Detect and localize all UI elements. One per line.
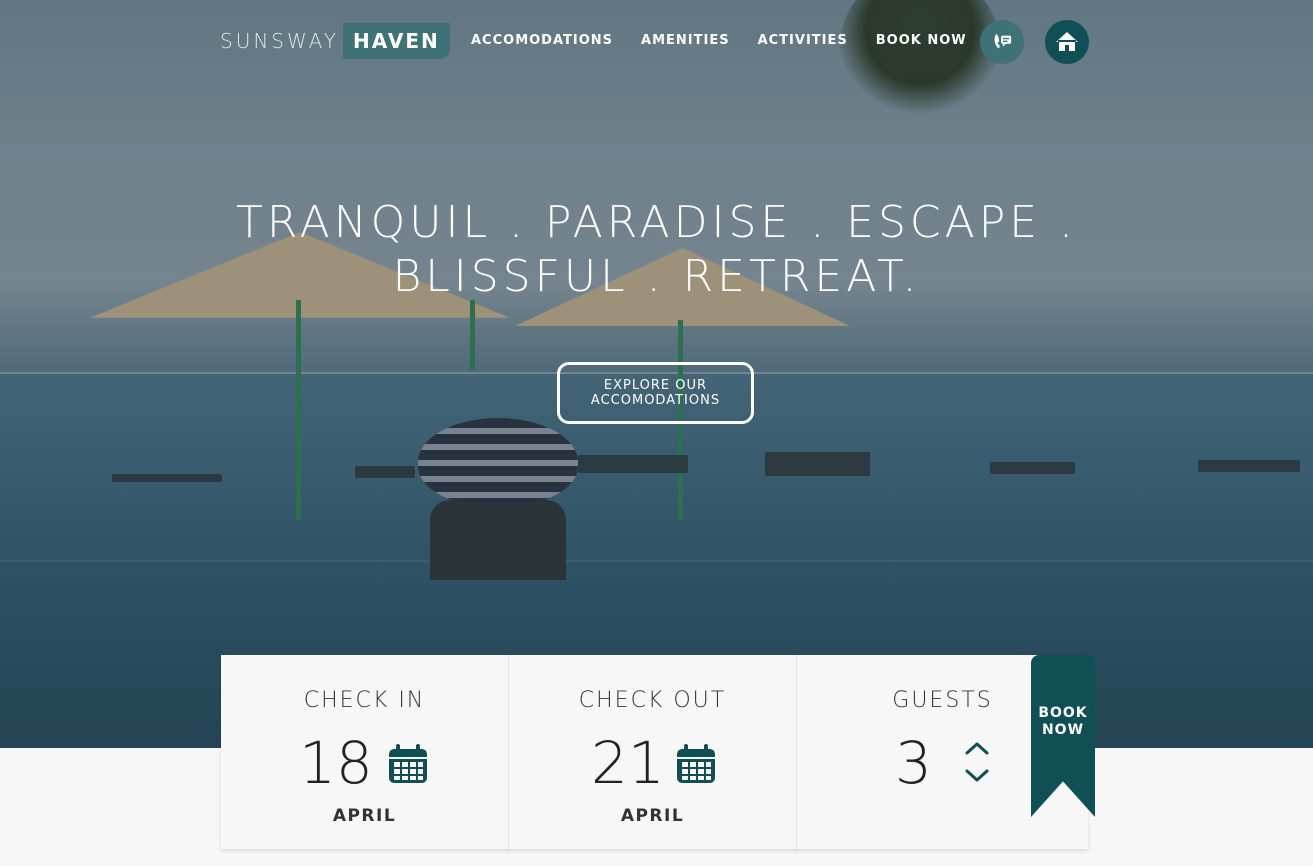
explore-button-line-2: ACCOMODATIONS [590, 393, 721, 408]
brand-logo-box: HAVEN [343, 23, 450, 59]
home-button[interactable] [1045, 20, 1089, 64]
calendar-icon[interactable] [675, 743, 717, 785]
brand-logo-light: SUNSWAY [220, 29, 340, 53]
contact-button[interactable] [980, 20, 1024, 64]
hero-headline: TRANQUIL . PARADISE . ESCAPE . BLISSFUL … [0, 196, 1313, 304]
explore-accomodations-button[interactable]: EXPLORE OUR ACCOMODATIONS [557, 362, 754, 424]
phone-chat-icon [994, 33, 1012, 49]
check-out-month: APRIL [620, 806, 685, 826]
explore-button-line-1: EXPLORE OUR [603, 378, 708, 393]
book-now-line-1: BOOK [1038, 705, 1088, 721]
check-out-day[interactable]: 21 [591, 731, 665, 795]
chevron-up-icon[interactable] [962, 736, 992, 758]
book-now-text: BOOK NOW [1031, 705, 1095, 739]
calendar-icon[interactable] [387, 743, 429, 785]
check-out-panel: CHECK OUT 21 APRIL [509, 655, 797, 849]
check-in-panel: CHECK IN 18 APRIL [221, 655, 509, 849]
home-icon [1056, 32, 1078, 51]
nav-book-now[interactable]: BOOK NOW [876, 33, 967, 48]
nav-activities[interactable]: ACTIVITIES [758, 33, 848, 48]
brand-logo[interactable]: SUNSWAY HAVEN [220, 21, 450, 61]
check-in-label: CHECK IN [303, 688, 426, 713]
headline-line-2: BLISSFUL . RETREAT. [392, 251, 921, 302]
headline-line-1: TRANQUIL . PARADISE . ESCAPE . [235, 197, 1078, 248]
main-nav: ACCOMODATIONS AMENITIES ACTIVITIES BOOK … [471, 33, 967, 48]
check-in-month: APRIL [332, 806, 397, 826]
chevron-down-icon[interactable] [962, 765, 992, 787]
guests-count[interactable]: 3 [895, 731, 932, 795]
check-out-label: CHECK OUT [578, 688, 727, 713]
booking-bar: CHECK IN 18 APRIL CHECK OUT 21 APRIL GUE… [221, 655, 1088, 849]
nav-amenities[interactable]: AMENITIES [641, 33, 730, 48]
check-in-day[interactable]: 18 [299, 731, 373, 795]
nav-accomodations[interactable]: ACCOMODATIONS [471, 33, 613, 48]
book-now-line-2: NOW [1041, 722, 1085, 738]
